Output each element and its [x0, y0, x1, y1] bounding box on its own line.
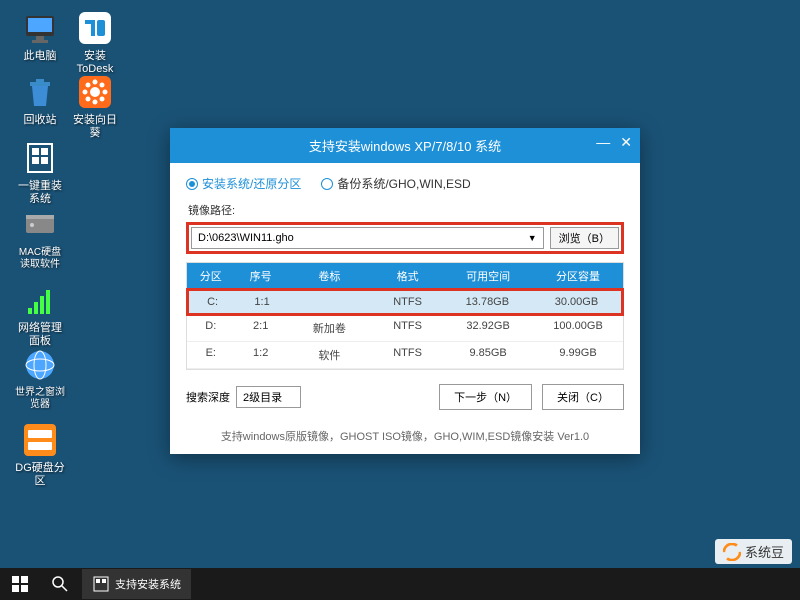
close-icon[interactable]: ✕	[620, 134, 632, 151]
desktop-icon-dg-partition[interactable]: DG硬盘分区	[15, 420, 65, 488]
dialog-footer: 支持windows原版镜像，GHOST ISO镜像，GHO,WIM,ESD镜像安…	[170, 422, 640, 454]
image-path-dropdown[interactable]: D:\0623\WIN11.gho ▼	[191, 227, 544, 249]
desktop-icon-reinstall[interactable]: 一键重装系统	[15, 138, 65, 206]
dialog-titlebar[interactable]: 支持安装windows XP/7/8/10 系统 — ✕	[170, 128, 640, 163]
table-row[interactable]: D: 2:1 新加卷 NTFS 32.92GB 100.00GB	[187, 315, 623, 342]
search-depth-label: 搜索深度	[186, 389, 230, 405]
radio-icon	[321, 178, 333, 190]
desktop-icon-browser[interactable]: 世界之窗浏览器	[15, 345, 65, 411]
watermark-icon	[723, 543, 741, 561]
path-label: 镜像路径:	[186, 202, 624, 218]
desktop-icon-recycle-bin[interactable]: 回收站	[15, 72, 65, 127]
table-row[interactable]: E: 1:2 软件 NTFS 9.85GB 9.99GB	[187, 342, 623, 369]
desktop-icon-network[interactable]: 网络管理面板	[15, 280, 65, 348]
next-button[interactable]: 下一步（N）	[439, 384, 532, 410]
start-button[interactable]	[0, 568, 40, 600]
desktop-icon-todesk[interactable]: 安装ToDesk	[70, 8, 120, 76]
table-header: 分区 序号 卷标 格式 可用空间 分区容量	[187, 263, 623, 289]
minimize-icon[interactable]: —	[596, 134, 610, 151]
taskbar-app-item[interactable]: 支持安装系统	[82, 569, 191, 599]
desktop-icon-this-pc[interactable]: 此电脑	[15, 8, 65, 63]
radio-backup[interactable]: 备份系统/GHO,WIN,ESD	[321, 175, 470, 192]
table-row[interactable]: C: 1:1 NTFS 13.78GB 30.00GB	[186, 288, 624, 316]
partition-table: 分区 序号 卷标 格式 可用空间 分区容量 C: 1:1 NTFS 13.78G…	[186, 262, 624, 370]
path-highlight-box: D:\0623\WIN11.gho ▼ 浏览（B）	[186, 222, 624, 254]
taskbar-app-icon	[92, 575, 110, 593]
desktop-icon-sunflower[interactable]: 安装向日葵	[70, 72, 120, 140]
desktop-icon-mac-disk[interactable]: MAC硬盘读取软件	[15, 205, 65, 271]
radio-icon	[186, 178, 198, 190]
watermark: 系统豆	[715, 539, 792, 564]
install-dialog: 支持安装windows XP/7/8/10 系统 — ✕ 安装系统/还原分区 备…	[170, 128, 640, 454]
chevron-down-icon: ▼	[528, 233, 537, 243]
taskbar-search-icon[interactable]	[40, 569, 80, 599]
search-depth-select[interactable]: 2级目录	[236, 386, 301, 408]
close-button[interactable]: 关闭（C）	[542, 384, 624, 410]
browse-button[interactable]: 浏览（B）	[550, 227, 619, 249]
radio-install-restore[interactable]: 安装系统/还原分区	[186, 175, 301, 192]
dialog-title-text: 支持安装windows XP/7/8/10 系统	[309, 139, 501, 154]
taskbar: 支持安装系统	[0, 568, 800, 600]
